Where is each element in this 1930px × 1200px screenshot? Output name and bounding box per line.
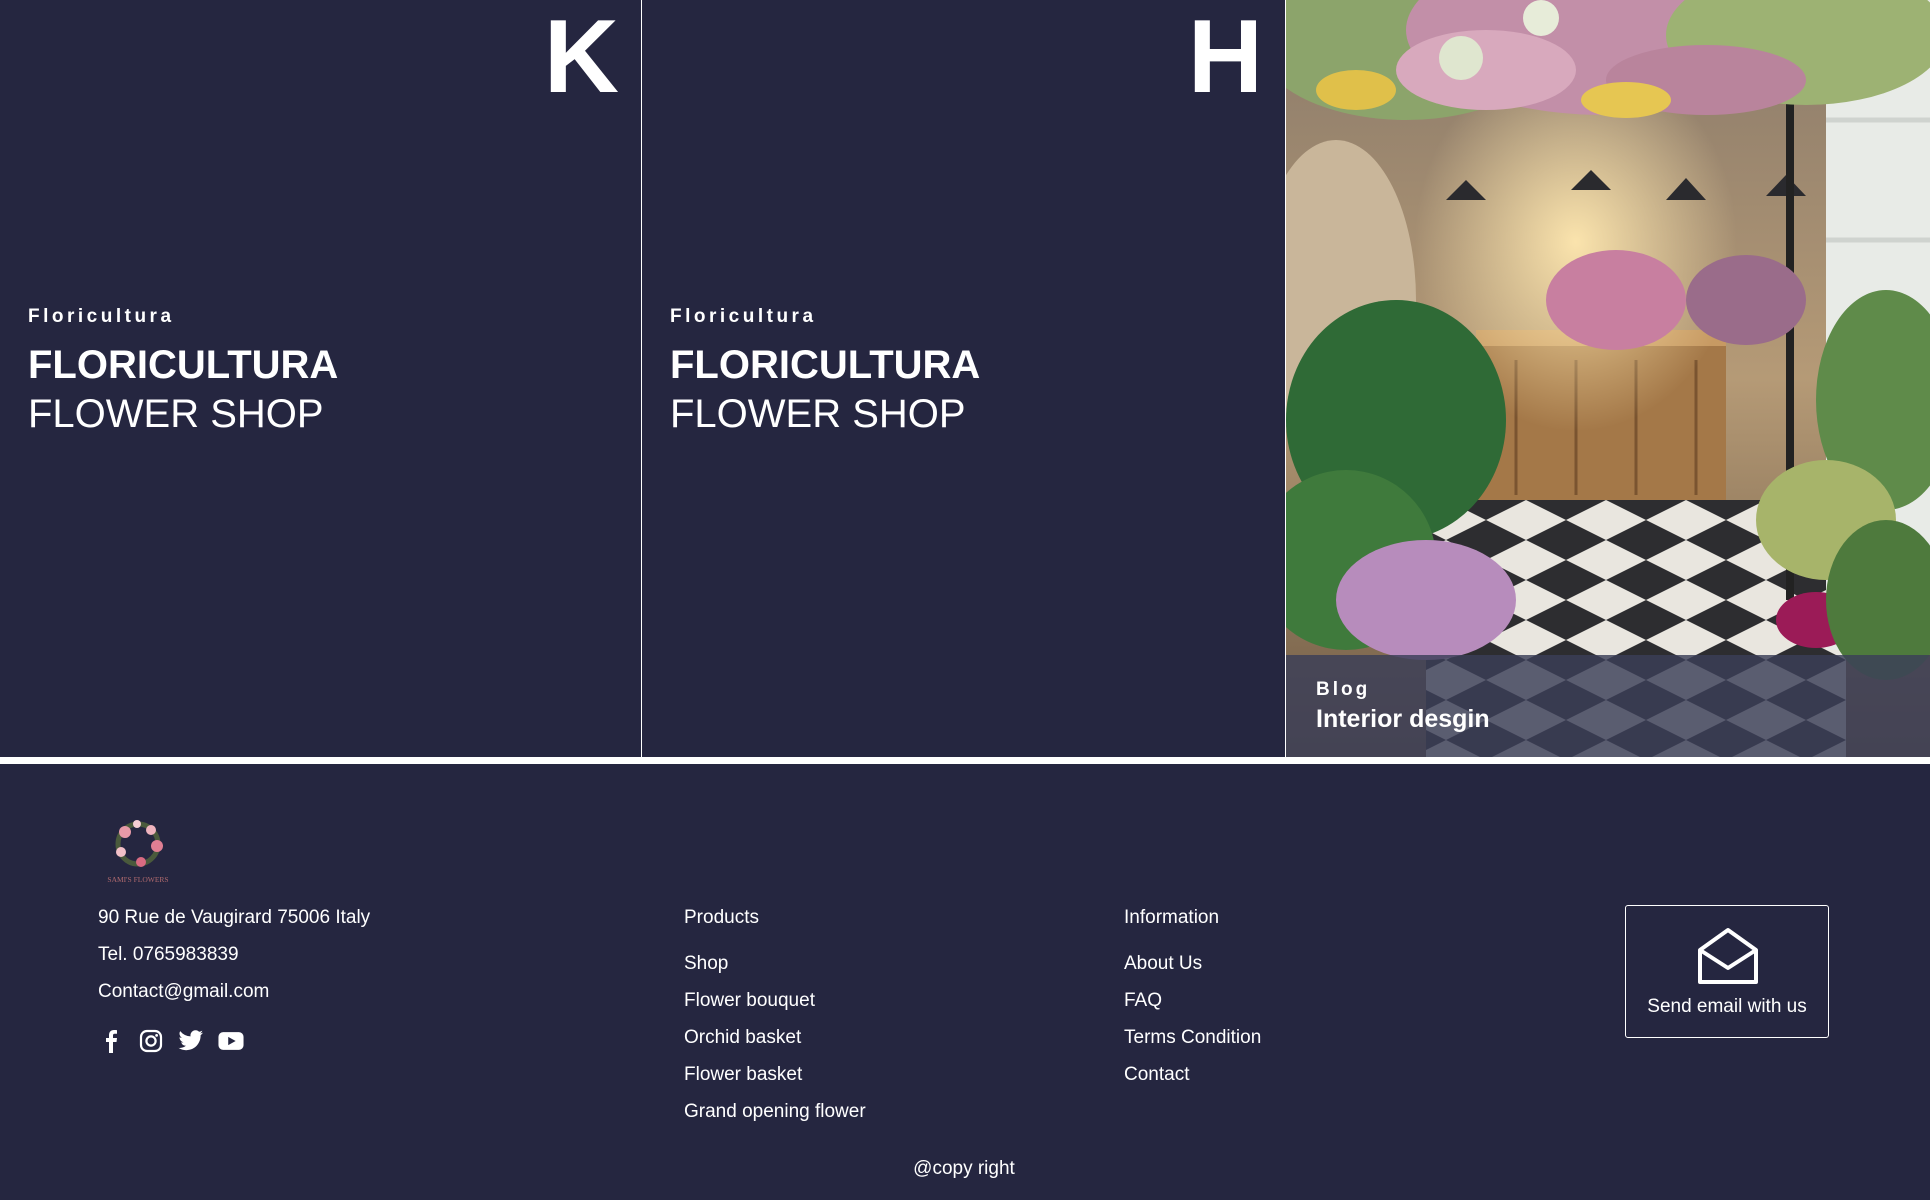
information-heading: Information — [1124, 907, 1220, 928]
address: 90 Rue de Vaugirard 75006 Italy — [98, 907, 371, 928]
products-heading: Products — [684, 907, 759, 928]
feature-card-h[interactable]: H Floricultura FLORICULTURA FLOWER SHOP — [642, 0, 1285, 757]
envelope-open-icon — [1698, 928, 1758, 984]
telephone[interactable]: Tel. 0765983839 — [98, 943, 239, 967]
feature-cards: K Floricultura FLORICULTURA FLOWER SHOP … — [0, 0, 1930, 757]
card-eyebrow: Floricultura — [28, 306, 175, 327]
sams-flowers-wreath-logo: SAMI'S FLOWERS — [107, 820, 169, 884]
link-terms-condition[interactable]: Terms Condition — [1124, 1026, 1261, 1050]
card-title: FLORICULTURA — [28, 343, 339, 387]
page: K Floricultura FLORICULTURA FLOWER SHOP … — [0, 0, 1930, 1200]
social-links — [98, 1028, 244, 1054]
products-column: Products Shop Flower bouquet Orchid bask… — [684, 906, 866, 1137]
instagram-icon[interactable] — [138, 1028, 164, 1054]
card-subtitle: FLOWER SHOP — [28, 392, 324, 436]
link-faq[interactable]: FAQ — [1124, 989, 1261, 1013]
card-letter: K — [543, 0, 619, 115]
flower-shop-interior-photo — [1286, 0, 1930, 757]
blog-eyebrow: Blog — [1316, 679, 1371, 700]
card-eyebrow: Floricultura — [670, 306, 817, 327]
link-orchid-basket[interactable]: Orchid basket — [684, 1026, 866, 1050]
send-email-label: Send email with us — [1647, 996, 1807, 1017]
facebook-icon[interactable] — [98, 1028, 124, 1054]
contact-email[interactable]: Contact@gmail.com — [98, 980, 269, 1004]
feature-card-k[interactable]: K Floricultura FLORICULTURA FLOWER SHOP — [0, 0, 641, 757]
svg-text:SAMI'S FLOWERS: SAMI'S FLOWERS — [107, 875, 168, 884]
link-contact[interactable]: Contact — [1124, 1063, 1261, 1087]
send-email-button[interactable]: Send email with us — [1625, 905, 1829, 1038]
blog-title[interactable]: Interior desgin — [1316, 705, 1490, 734]
link-flower-basket[interactable]: Flower basket — [684, 1063, 866, 1087]
card-letter: H — [1187, 0, 1263, 115]
youtube-icon[interactable] — [218, 1028, 244, 1054]
footer: SAMI'S FLOWERS 90 Rue de Vaugirard 75006… — [0, 764, 1930, 1200]
link-grand-opening-flower[interactable]: Grand opening flower — [684, 1100, 866, 1124]
card-title: FLORICULTURA — [670, 343, 981, 387]
link-shop[interactable]: Shop — [684, 952, 866, 976]
card-subtitle: FLOWER SHOP — [670, 392, 966, 436]
link-flower-bouquet[interactable]: Flower bouquet — [684, 989, 866, 1013]
link-about-us[interactable]: About Us — [1124, 952, 1261, 976]
copyright: @copy right — [913, 1158, 1015, 1179]
blog-caption-bar: Blog Interior desgin — [1286, 655, 1930, 757]
information-column: Information About Us FAQ Terms Condition… — [1124, 906, 1261, 1100]
twitter-icon[interactable] — [178, 1028, 204, 1054]
blog-card[interactable]: Blog Interior desgin — [1286, 0, 1930, 757]
